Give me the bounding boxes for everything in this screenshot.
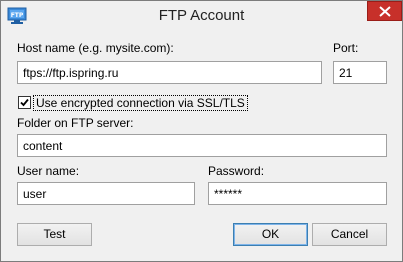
- user-name-input[interactable]: user: [17, 182, 195, 205]
- folder-input[interactable]: content: [17, 134, 387, 157]
- port-input[interactable]: 21: [333, 61, 387, 84]
- host-name-input[interactable]: ftps://ftp.ispring.ru: [17, 61, 322, 84]
- ssl-checkbox[interactable]: [18, 96, 31, 109]
- close-button[interactable]: [367, 1, 402, 21]
- checkmark-icon: [20, 98, 29, 107]
- port-label: Port:: [333, 41, 359, 55]
- host-name-label: Host name (e.g. mysite.com):: [17, 41, 174, 55]
- test-button[interactable]: Test: [17, 223, 92, 246]
- password-label: Password:: [208, 164, 265, 178]
- folder-label: Folder on FTP server:: [17, 116, 134, 130]
- ok-button[interactable]: OK: [233, 223, 308, 246]
- cancel-button[interactable]: Cancel: [312, 223, 387, 246]
- ssl-checkbox-label[interactable]: Use encrypted connection via SSL/TLS: [33, 95, 248, 111]
- title-bar[interactable]: FTP FTP Account: [1, 1, 402, 31]
- window-title: FTP Account: [158, 7, 245, 24]
- password-input[interactable]: ******: [208, 182, 387, 205]
- user-name-label: User name:: [17, 164, 80, 178]
- ftp-account-dialog: FTP FTP Account Host name (e.g. mysite.c…: [0, 0, 403, 262]
- close-icon: [379, 6, 391, 17]
